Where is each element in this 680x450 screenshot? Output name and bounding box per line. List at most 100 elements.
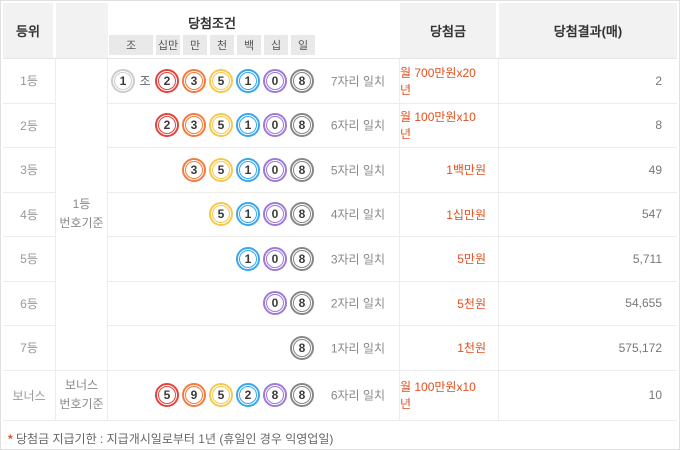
- lottery-ball-gray: 8: [290, 291, 314, 315]
- digit-chip-2: 십만: [156, 35, 180, 55]
- count-cell: 54,655: [499, 282, 677, 326]
- rank-cell: 3등: [3, 148, 55, 193]
- lottery-ball-purple: 0: [263, 69, 287, 93]
- rank-cell: 6등: [3, 282, 55, 327]
- ball-group: 8: [290, 336, 314, 360]
- lottery-ball-red: 2: [155, 113, 179, 137]
- table-row: 351085자리 일치1백만원49: [108, 148, 677, 193]
- condition-cell: 1조2351087자리 일치: [108, 59, 400, 103]
- prize-table: 등위 당첨조건 조십만만천백십일 당첨금 당첨결과(매) 1등2등3등4등5등6…: [3, 3, 677, 421]
- bonus-rank-cell: 보너스: [3, 371, 56, 420]
- lottery-ball-red: 5: [155, 383, 179, 407]
- lottery-ball-jo: 1: [111, 69, 135, 93]
- prize-cell: 1십만원: [400, 193, 499, 237]
- lottery-ball-purple: 8: [263, 383, 287, 407]
- lottery-ball-yellow: 5: [209, 158, 233, 182]
- match-label: 3자리 일치: [331, 250, 385, 267]
- lottery-ball-gray: 8: [290, 247, 314, 271]
- main-group-line2: 번호기준: [59, 214, 103, 233]
- rank-cell: 2등: [3, 104, 55, 149]
- bonus-row: 보너스 보너스 번호기준 595288 6자리 일치 월 100만원x10년 1…: [3, 371, 677, 421]
- ball-group: 235108: [155, 113, 314, 137]
- lottery-ball-gray: 8: [290, 69, 314, 93]
- lottery-ball-purple: 0: [263, 113, 287, 137]
- lottery-ball-blue: 1: [236, 158, 260, 182]
- lottery-ball-yellow: 5: [209, 383, 233, 407]
- main-group-cell: 1등 번호기준: [56, 59, 108, 371]
- condition-cell: 2351086자리 일치: [108, 104, 400, 148]
- digit-chip-5: 백: [237, 35, 261, 55]
- prize-cell: 월 700만원x20년: [400, 59, 499, 103]
- bonus-group-cell: 보너스 번호기준: [56, 371, 108, 420]
- lottery-ball-orange: 3: [182, 158, 206, 182]
- table-row: 2351086자리 일치월 100만원x10년8: [108, 104, 677, 149]
- count-cell: 5,711: [499, 237, 677, 281]
- lottery-ball-yellow: 5: [209, 69, 233, 93]
- table-row: 51084자리 일치1십만원547: [108, 193, 677, 238]
- prize-cell: 1천원: [400, 326, 499, 370]
- condition-cell: 08 2자리 일치: [108, 282, 400, 326]
- bonus-prize-cell: 월 100만원x10년: [400, 371, 499, 420]
- header-prize: 당첨금: [400, 3, 499, 58]
- lottery-ball-red: 2: [155, 69, 179, 93]
- condition-cell: 51084자리 일치: [108, 193, 400, 237]
- rows-column: 1조2351087자리 일치월 700만원x20년22351086자리 일치월 …: [108, 59, 677, 371]
- table-row: 108 3자리 일치 5만원5,711: [108, 237, 677, 282]
- bonus-group-line1: 보너스: [65, 376, 98, 395]
- footnote-text: 당첨금 지급기한 : 지급개시일로부터 1년 (휴일인 경우 익영업일): [16, 432, 333, 446]
- count-cell: 49: [499, 148, 677, 192]
- lottery-ball-gray: 8: [290, 383, 314, 407]
- lottery-ball-blue: 1: [236, 69, 260, 93]
- count-cell: 547: [499, 193, 677, 237]
- lottery-ball-gray: 8: [290, 113, 314, 137]
- match-label: 7자리 일치: [331, 72, 385, 89]
- condition-cell: 81자리 일치: [108, 326, 400, 370]
- lottery-ball-orange: 3: [182, 113, 206, 137]
- bonus-condition-cell: 595288 6자리 일치: [108, 371, 400, 420]
- table-row: 1조2351087자리 일치월 700만원x20년2: [108, 59, 677, 104]
- prize-cell: 5천원: [400, 282, 499, 326]
- table-row: 08 2자리 일치 5천원54,655: [108, 282, 677, 327]
- digit-chip-3: 만: [183, 35, 207, 55]
- lottery-ball-purple: 0: [263, 291, 287, 315]
- count-cell: 8: [499, 104, 677, 148]
- bonus-balls: 595288: [155, 383, 314, 407]
- lottery-ball-yellow: 5: [209, 202, 233, 226]
- rank-cell: 4등: [3, 193, 55, 238]
- match-label: 2자리 일치: [331, 295, 385, 312]
- lottery-ball-blue: 1: [236, 113, 260, 137]
- table-body: 1등2등3등4등5등6등7등 1등 번호기준 1조2351087자리 일치월 7…: [3, 59, 677, 371]
- lottery-ball-blue: 1: [236, 202, 260, 226]
- footnote-asterisk: *: [8, 432, 13, 446]
- lottery-ball-gray: 8: [290, 158, 314, 182]
- prize-cell: 월 100만원x10년: [400, 104, 499, 148]
- lottery-result-panel: 등위 당첨조건 조십만만천백십일 당첨금 당첨결과(매) 1등2등3등4등5등6…: [0, 0, 680, 450]
- bonus-group-line2: 번호기준: [59, 395, 103, 414]
- digit-chip-4: 천: [210, 35, 234, 55]
- lottery-ball-purple: 0: [263, 202, 287, 226]
- header-rank: 등위: [3, 3, 56, 58]
- lottery-ball-blue: 1: [236, 247, 260, 271]
- digit-position-chips: 조십만만천백십일: [109, 35, 315, 55]
- rank-cell: 7등: [3, 326, 55, 371]
- bonus-count-cell: 10: [499, 371, 677, 420]
- prize-cell: 1백만원: [400, 148, 499, 192]
- lottery-ball-orange: 3: [182, 69, 206, 93]
- rank-column: 1등2등3등4등5등6등7등: [3, 59, 56, 371]
- prize-cell: 5만원: [400, 237, 499, 281]
- table-row: 81자리 일치1천원575,172: [108, 326, 677, 371]
- lottery-ball-purple: 0: [263, 247, 287, 271]
- bonus-match-label: 6자리 일치: [331, 387, 385, 404]
- main-group-line1: 1등: [73, 195, 91, 214]
- header-result: 당첨결과(매): [499, 3, 677, 58]
- condition-cell: 351085자리 일치: [108, 148, 400, 192]
- rank-cell: 1등: [3, 59, 55, 104]
- lottery-ball-gray: 8: [290, 202, 314, 226]
- lottery-ball-gray: 8: [290, 336, 314, 360]
- digit-chip-7: 일: [291, 35, 315, 55]
- header-condition: 당첨조건 조십만만천백십일: [108, 3, 400, 58]
- ball-group: 08: [263, 291, 314, 315]
- lottery-ball-orange: 9: [182, 383, 206, 407]
- digit-chip-6: 십: [264, 35, 288, 55]
- header-group-spacer: [56, 3, 108, 58]
